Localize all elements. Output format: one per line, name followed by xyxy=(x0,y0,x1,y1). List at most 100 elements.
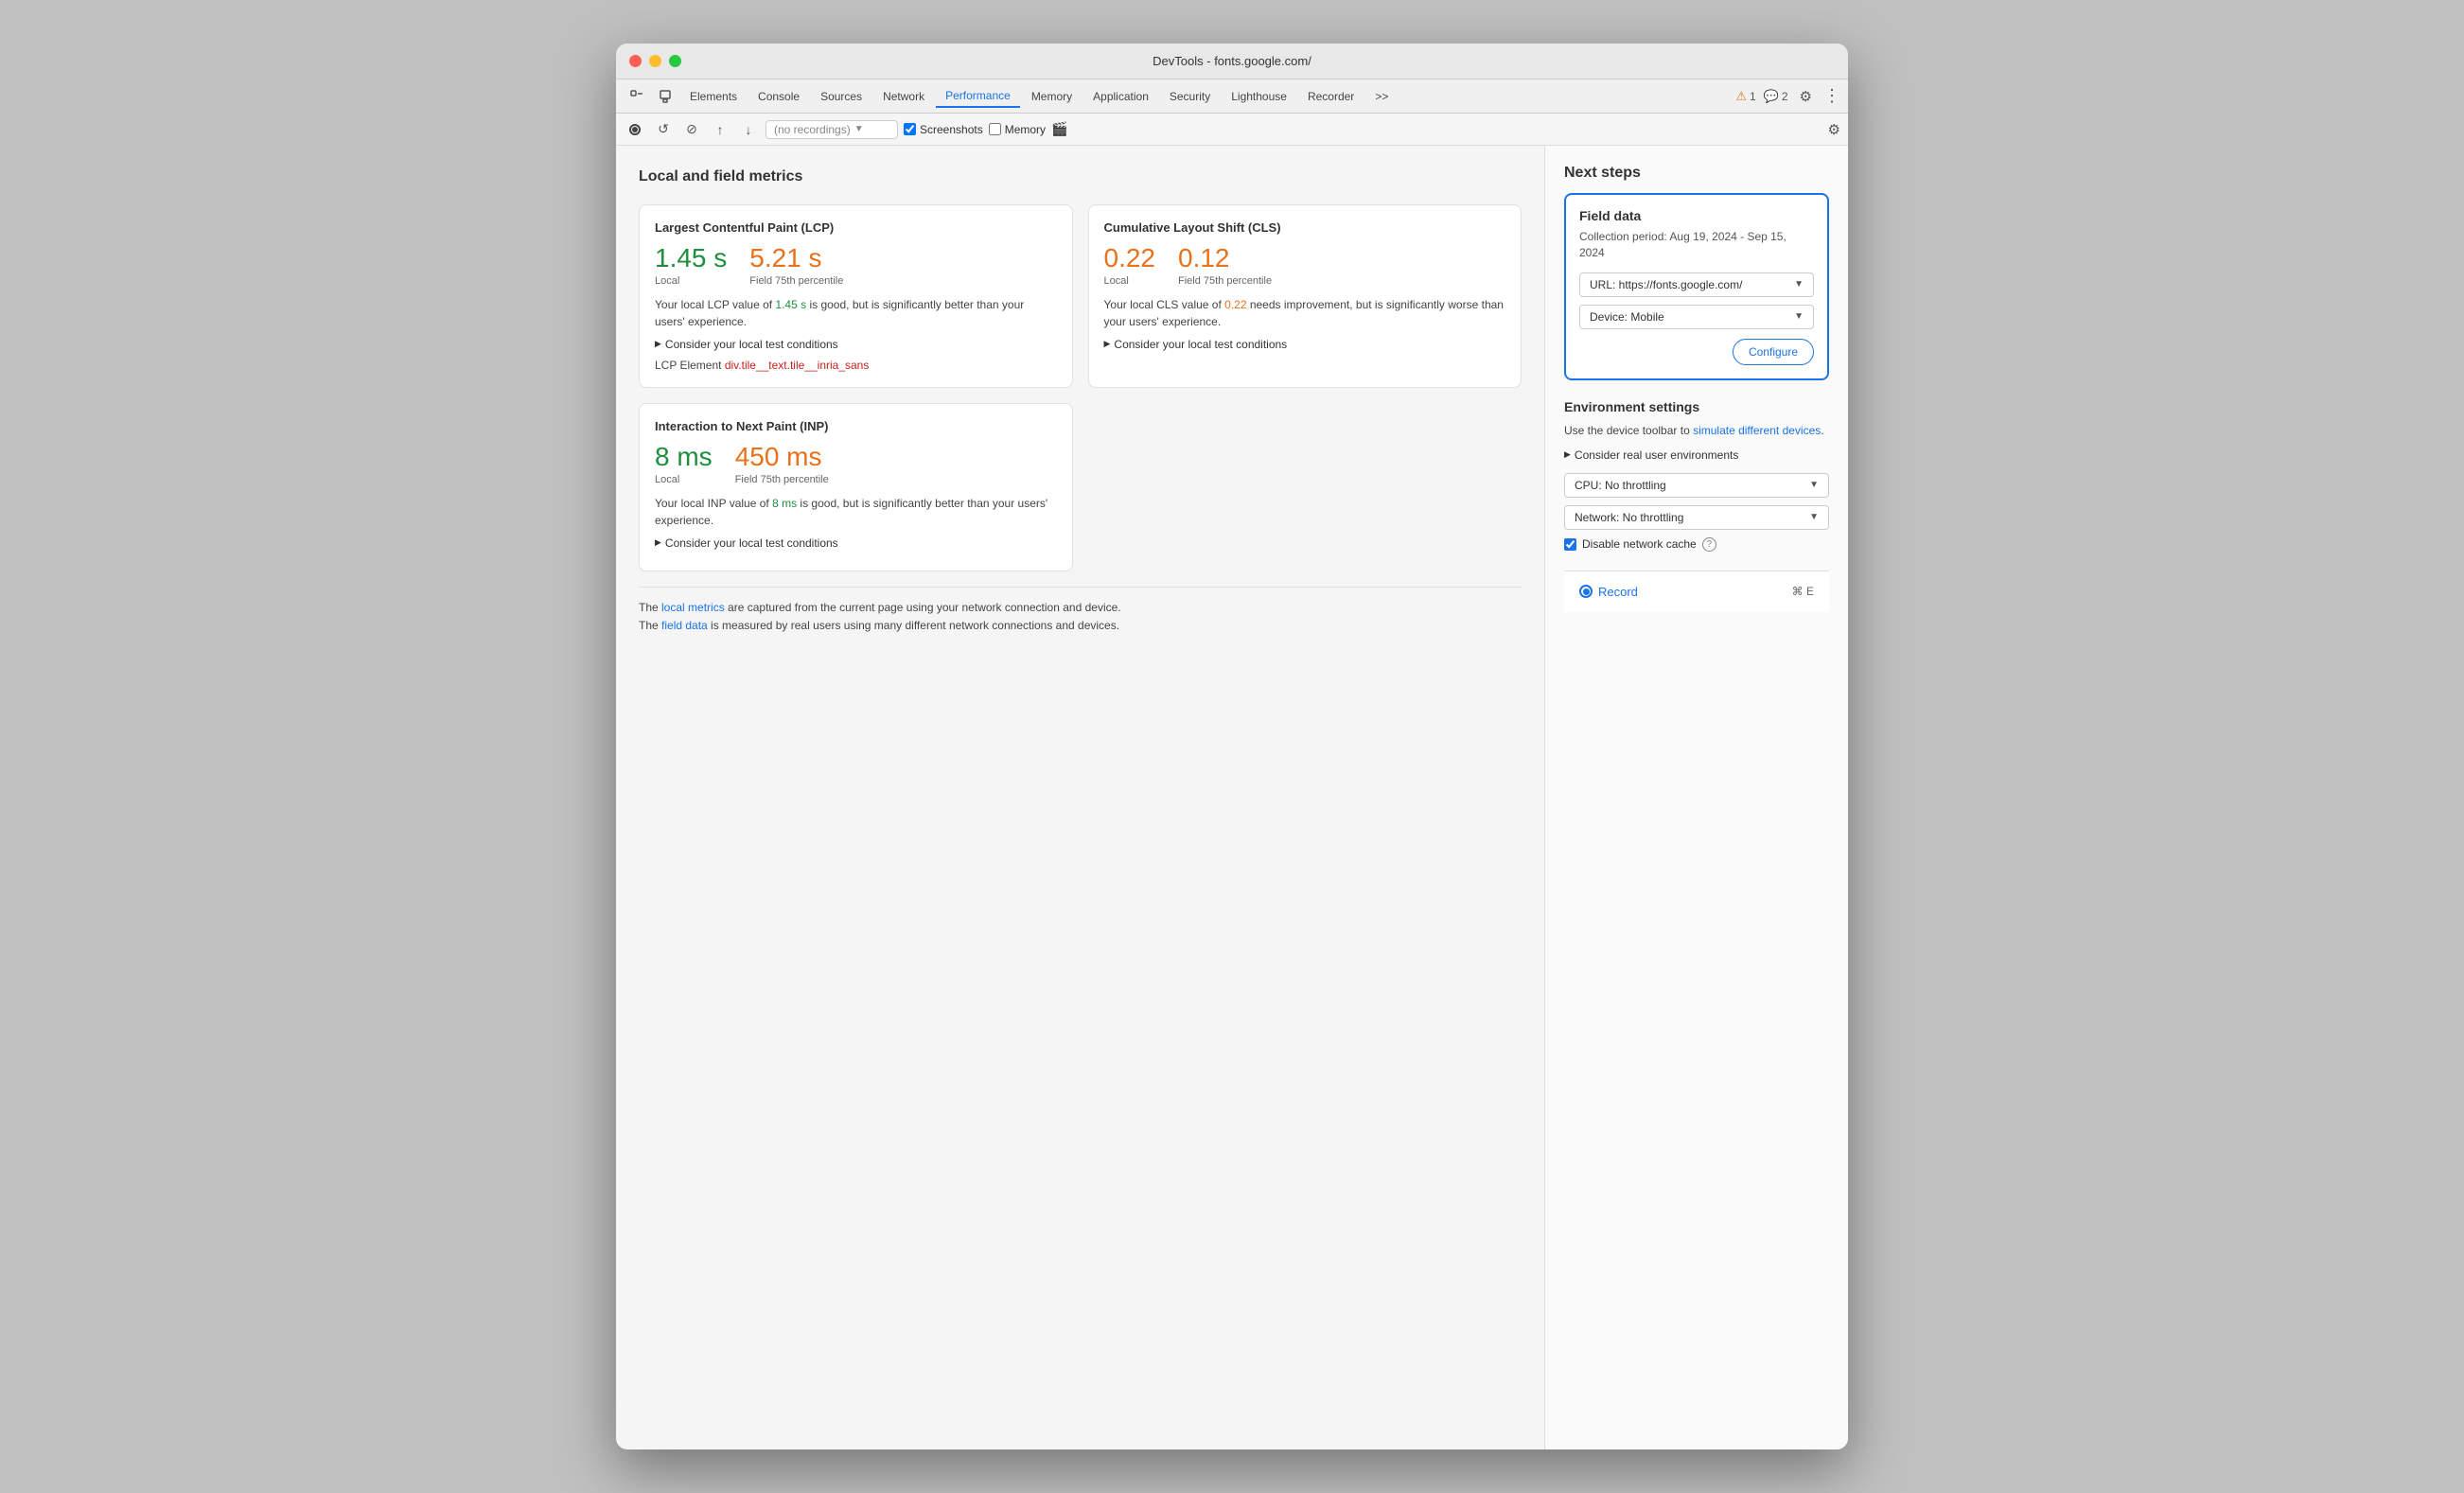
next-steps-title: Next steps xyxy=(1564,165,1829,182)
record-shortcut: ⌘ E xyxy=(1792,585,1814,598)
dropdown-arrow-icon: ▼ xyxy=(854,124,864,134)
tab-recorder[interactable]: Recorder xyxy=(1298,86,1364,107)
more-options-icon[interactable]: ⋮ xyxy=(1823,86,1840,106)
title-bar: DevTools - fonts.google.com/ xyxy=(616,44,1848,79)
inp-local: 8 ms Local xyxy=(655,443,713,485)
cls-local-value: 0.22 xyxy=(1104,244,1156,273)
cls-expandable[interactable]: Consider your local test conditions xyxy=(1104,338,1506,351)
cpu-dropdown[interactable]: CPU: No throttling ▼ xyxy=(1564,473,1829,498)
maximize-button[interactable] xyxy=(669,55,681,67)
record-bar: Record ⌘ E xyxy=(1564,571,1829,612)
reload-button[interactable]: ↺ xyxy=(652,118,675,141)
lcp-local-label: Local xyxy=(655,275,727,287)
lcp-local-value: 1.45 s xyxy=(655,244,727,273)
cls-values: 0.22 Local 0.12 Field 75th percentile xyxy=(1104,244,1506,287)
inp-card-title: Interaction to Next Paint (INP) xyxy=(655,419,1057,433)
network-dropdown[interactable]: Network: No throttling ▼ xyxy=(1564,505,1829,530)
configure-button[interactable]: Configure xyxy=(1733,339,1814,365)
inp-expandable[interactable]: Consider your local test conditions xyxy=(655,536,1057,550)
env-description: Use the device toolbar to simulate diffe… xyxy=(1564,422,1829,439)
cls-field-label: Field 75th percentile xyxy=(1178,275,1272,287)
tab-lighthouse[interactable]: Lighthouse xyxy=(1222,86,1296,107)
close-button[interactable] xyxy=(629,55,642,67)
inp-local-value: 8 ms xyxy=(655,443,713,472)
lcp-card-title: Largest Contentful Paint (LCP) xyxy=(655,220,1057,235)
lcp-local: 1.45 s Local xyxy=(655,244,727,287)
cpu-dropdown-arrow-icon: ▼ xyxy=(1809,480,1819,490)
record-dot-inner-icon xyxy=(1583,588,1590,595)
toolbar-settings-icon[interactable]: ⚙ xyxy=(1828,121,1840,138)
disable-cache-checkbox[interactable] xyxy=(1564,538,1576,551)
selector-icon[interactable] xyxy=(624,83,650,110)
env-expandable[interactable]: Consider real user environments xyxy=(1564,448,1829,462)
record-button-main[interactable]: Record xyxy=(1579,585,1638,599)
cls-local: 0.22 Local xyxy=(1104,244,1156,287)
minimize-button[interactable] xyxy=(649,55,661,67)
lcp-inline-value: 1.45 s xyxy=(775,298,806,311)
tab-console[interactable]: Console xyxy=(748,86,809,107)
env-title: Environment settings xyxy=(1564,399,1829,414)
footer-line2: The field data is measured by real users… xyxy=(639,617,1522,635)
footer-line1: The local metrics are captured from the … xyxy=(639,599,1522,617)
cls-local-label: Local xyxy=(1104,275,1156,287)
lcp-field: 5.21 s Field 75th percentile xyxy=(749,244,843,287)
inp-field-label: Field 75th percentile xyxy=(735,474,829,485)
record-dot-icon xyxy=(1579,585,1593,598)
field-data-period: Collection period: Aug 19, 2024 - Sep 15… xyxy=(1579,229,1814,261)
help-icon[interactable]: ? xyxy=(1702,537,1716,552)
tab-sources[interactable]: Sources xyxy=(811,86,871,107)
message-badge[interactable]: 💬 2 xyxy=(1764,89,1788,104)
window-title: DevTools - fonts.google.com/ xyxy=(1153,54,1311,68)
tab-elements[interactable]: Elements xyxy=(680,86,747,107)
device-icon[interactable] xyxy=(652,83,678,110)
inp-values: 8 ms Local 450 ms Field 75th percentile xyxy=(655,443,1057,485)
lcp-values: 1.45 s Local 5.21 s Field 75th percentil… xyxy=(655,244,1057,287)
clear-button[interactable]: ⊘ xyxy=(680,118,703,141)
tab-memory[interactable]: Memory xyxy=(1022,86,1082,107)
field-data-title: Field data xyxy=(1579,208,1814,223)
tab-network[interactable]: Network xyxy=(873,86,934,107)
network-dropdown-arrow-icon: ▼ xyxy=(1809,512,1819,522)
lcp-expandable[interactable]: Consider your local test conditions xyxy=(655,338,1057,351)
download-button[interactable]: ↓ xyxy=(737,118,760,141)
performance-toolbar: ↺ ⊘ ↑ ↓ (no recordings) ▼ Screenshots Me… xyxy=(616,114,1848,146)
left-panel: Local and field metrics Largest Contentf… xyxy=(616,146,1545,1449)
warning-badge[interactable]: ⚠ 1 xyxy=(1735,89,1755,104)
section-title: Local and field metrics xyxy=(639,168,1522,185)
tab-performance[interactable]: Performance xyxy=(936,85,1020,108)
settings-icon[interactable]: ⚙ xyxy=(1800,88,1812,105)
device-dropdown[interactable]: Device: Mobile ▼ xyxy=(1579,305,1814,329)
tab-security[interactable]: Security xyxy=(1160,86,1220,107)
window-controls xyxy=(629,55,681,67)
inp-local-label: Local xyxy=(655,474,713,485)
inp-inline-value: 8 ms xyxy=(772,497,797,510)
tab-more[interactable]: >> xyxy=(1365,86,1398,107)
memory-checkbox[interactable]: Memory xyxy=(989,123,1046,136)
record-button[interactable] xyxy=(624,118,646,141)
simulate-devices-link[interactable]: simulate different devices xyxy=(1693,424,1821,437)
local-metrics-link[interactable]: local metrics xyxy=(661,601,725,614)
url-dropdown[interactable]: URL: https://fonts.google.com/ ▼ xyxy=(1579,272,1814,297)
lcp-element: LCP Element div.tile__text.tile__inria_s… xyxy=(655,359,1057,372)
message-icon: 💬 xyxy=(1764,89,1779,104)
lcp-element-link[interactable]: div.tile__text.tile__inria_sans xyxy=(725,359,870,372)
cls-card-title: Cumulative Layout Shift (CLS) xyxy=(1104,220,1506,235)
devtools-tab-bar: Elements Console Sources Network Perform… xyxy=(616,79,1848,114)
inp-field: 450 ms Field 75th percentile xyxy=(735,443,829,485)
recordings-dropdown[interactable]: (no recordings) ▼ xyxy=(766,120,898,139)
cls-field: 0.12 Field 75th percentile xyxy=(1178,244,1272,287)
tab-application[interactable]: Application xyxy=(1083,86,1158,107)
footer-text: The local metrics are captured from the … xyxy=(639,587,1522,635)
upload-button[interactable]: ↑ xyxy=(709,118,731,141)
screenshots-checkbox[interactable]: Screenshots xyxy=(904,123,983,136)
url-dropdown-arrow-icon: ▼ xyxy=(1794,279,1804,290)
cls-field-value: 0.12 xyxy=(1178,244,1272,273)
field-data-link[interactable]: field data xyxy=(661,619,708,632)
lcp-field-label: Field 75th percentile xyxy=(749,275,843,287)
inp-card: Interaction to Next Paint (INP) 8 ms Loc… xyxy=(639,403,1073,571)
environment-section: Environment settings Use the device tool… xyxy=(1564,399,1829,552)
inp-description: Your local INP value of 8 ms is good, bu… xyxy=(655,495,1057,529)
cls-card: Cumulative Layout Shift (CLS) 0.22 Local… xyxy=(1088,204,1522,388)
metrics-grid: Largest Contentful Paint (LCP) 1.45 s Lo… xyxy=(639,204,1522,571)
warning-icon: ⚠ xyxy=(1735,89,1747,104)
